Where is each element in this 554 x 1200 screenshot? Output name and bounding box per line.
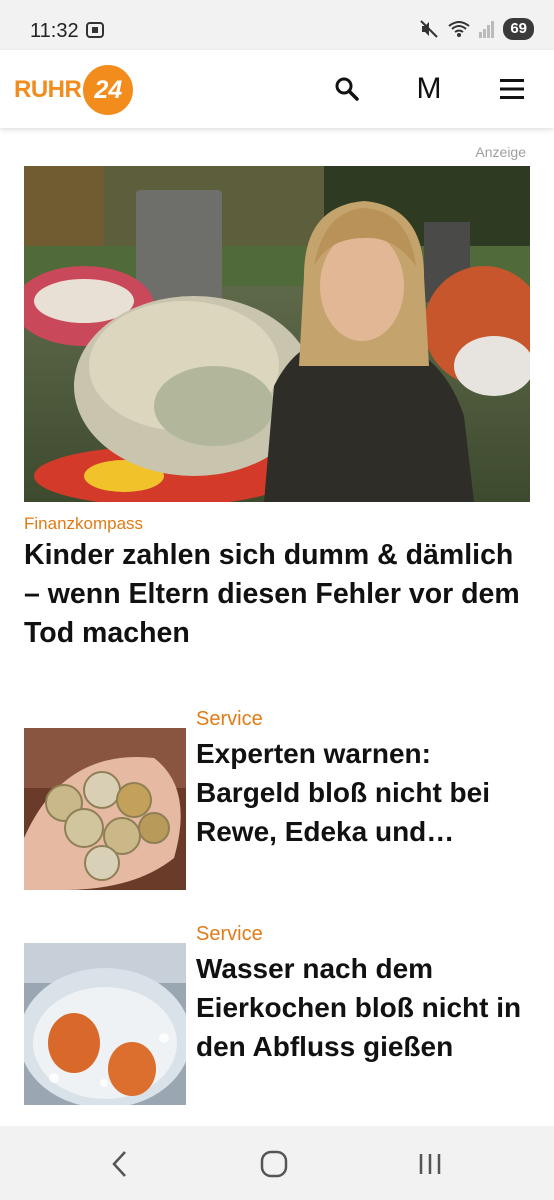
article-card[interactable]: Service Wasser nach dem Eierkochen bloß … [24, 923, 536, 1105]
screenshot-icon [86, 22, 104, 38]
mute-icon [420, 20, 439, 38]
hero-category[interactable]: Finanzkompass [24, 514, 143, 534]
site-header: RUHR 24 M [0, 50, 554, 128]
m-account-button[interactable]: M [414, 72, 444, 105]
home-icon [260, 1150, 288, 1178]
wifi-icon [448, 21, 470, 37]
logo-circle: 24 [83, 65, 134, 115]
article-image-coins[interactable] [24, 728, 186, 890]
article-card[interactable]: Service Experten warnen: Bargeld bloß ni… [24, 708, 536, 890]
article-category[interactable]: Service [196, 708, 263, 731]
home-button[interactable] [254, 1146, 294, 1182]
status-bar: 11:32 69 [0, 0, 554, 50]
m-label: M [416, 72, 442, 105]
hero-image[interactable] [24, 166, 530, 502]
logo-number: 24 [94, 75, 123, 104]
recents-button[interactable] [410, 1146, 450, 1182]
hamburger-menu-icon [500, 79, 524, 99]
search-button[interactable] [332, 74, 362, 104]
back-icon [112, 1151, 126, 1177]
hero-photo [24, 166, 530, 502]
system-nav-bar [0, 1126, 554, 1200]
back-button[interactable] [100, 1146, 140, 1182]
article-image-eggs[interactable] [24, 943, 186, 1105]
article-title[interactable]: Experten warnen: Bargeld bloß nicht bei … [196, 734, 536, 851]
battery-indicator: 69 [503, 18, 534, 40]
site-logo[interactable]: RUHR 24 [14, 65, 134, 115]
eggs-photo [24, 943, 186, 1105]
recents-icon [419, 1154, 441, 1174]
coins-photo [24, 728, 186, 890]
signal-icon [479, 21, 495, 38]
menu-button[interactable] [497, 74, 527, 104]
status-icons: 69 [419, 18, 534, 40]
logo-text: RUHR [14, 76, 82, 103]
status-time: 11:32 [30, 20, 79, 42]
hero-title[interactable]: Kinder zahlen sich dumm & dämlich – wenn… [24, 536, 534, 653]
search-icon [335, 77, 359, 101]
article-title[interactable]: Wasser nach dem Eierkochen bloß nicht in… [196, 949, 536, 1066]
ad-label: Anzeige [475, 144, 526, 160]
article-category[interactable]: Service [196, 923, 263, 946]
